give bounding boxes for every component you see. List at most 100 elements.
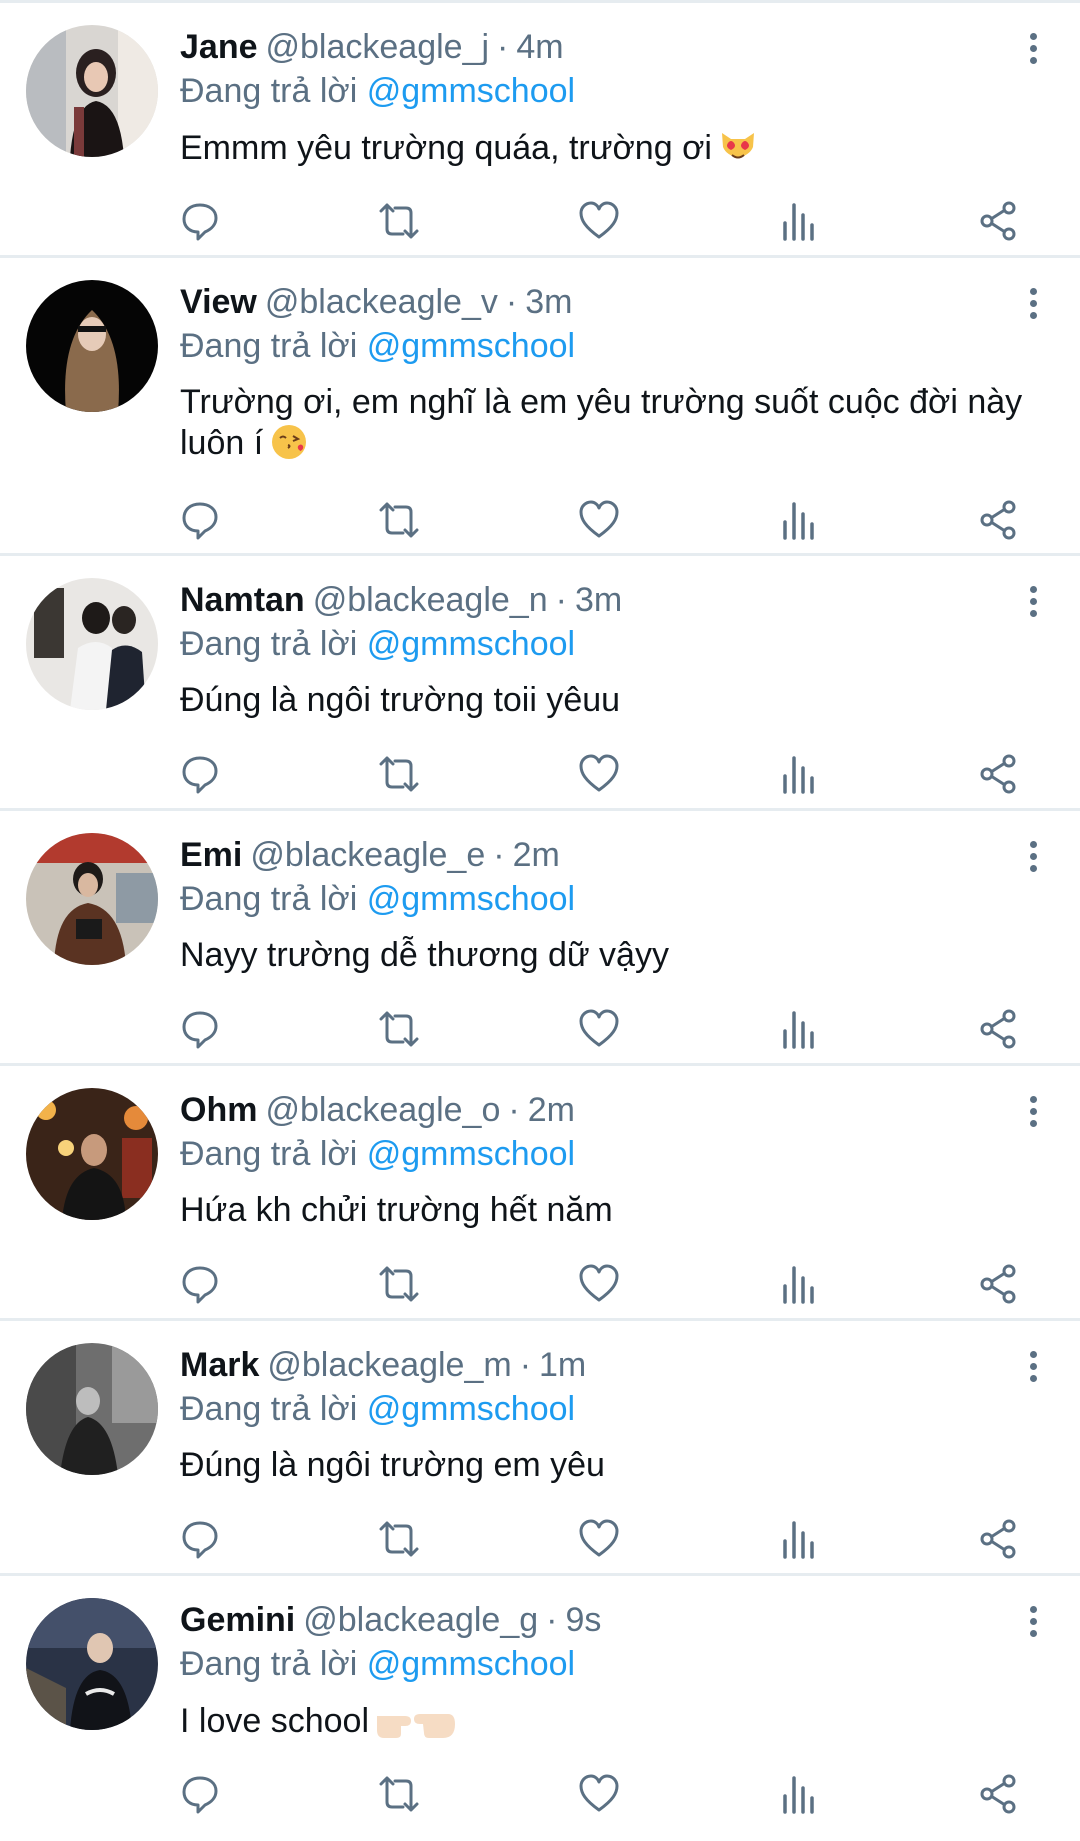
share-icon[interactable] (976, 1262, 1020, 1306)
retweet-icon[interactable] (377, 199, 421, 243)
retweet-icon[interactable] (377, 1262, 421, 1306)
more-options-icon[interactable] (1026, 1351, 1040, 1385)
analytics-icon[interactable] (777, 1517, 821, 1561)
share-icon[interactable] (976, 1517, 1020, 1561)
tweet-text: Đúng là ngôi trường toii yêuu (180, 680, 1040, 720)
more-options-icon[interactable] (1026, 586, 1040, 620)
reply-icon[interactable] (178, 199, 222, 243)
replying-to: Đang trả lời @gmmschool (180, 879, 575, 919)
like-icon[interactable] (577, 498, 621, 542)
avatar[interactable] (26, 833, 158, 965)
tweet-mark[interactable]: Mark @blackeagle_m · 1m Đang trả lời @gmmsc… (0, 1321, 1080, 1576)
more-options-icon[interactable] (1026, 1606, 1040, 1640)
like-icon[interactable] (577, 1262, 621, 1306)
display-name[interactable]: Mark (180, 1346, 259, 1384)
like-icon[interactable] (577, 1772, 621, 1816)
replying-label: Đang trả lời (180, 72, 358, 110)
more-options-icon[interactable] (1026, 841, 1040, 875)
like-icon[interactable] (577, 1517, 621, 1561)
kissing-face-emoji (269, 422, 309, 471)
share-icon[interactable] (976, 498, 1020, 542)
tweet-view[interactable]: View @blackeagle_v · 3m Đang trả lời @gmmsc… (0, 258, 1080, 556)
mention-link[interactable]: @gmmschool (367, 880, 575, 918)
tweet-actions (178, 1772, 1024, 1818)
tweet-jane[interactable]: Jane @blackeagle_j · 4m Đang trả lời @gmmsc… (0, 3, 1080, 258)
more-options-icon[interactable] (1026, 1096, 1040, 1130)
reply-icon[interactable] (178, 498, 222, 542)
mention-link[interactable]: @gmmschool (367, 1135, 575, 1173)
timestamp[interactable]: 3m (525, 283, 572, 321)
tweet-namtan[interactable]: Namtan @blackeagle_n · 3m Đang trả lời @gmm… (0, 556, 1080, 811)
tweet-header: Namtan @blackeagle_n · 3m (180, 580, 1000, 620)
avatar[interactable] (26, 25, 158, 157)
reply-icon[interactable] (178, 1262, 222, 1306)
avatar[interactable] (26, 280, 158, 412)
tweet-header: View @blackeagle_v · 3m (180, 282, 1000, 322)
analytics-icon[interactable] (777, 1772, 821, 1816)
replying-to: Đang trả lời @gmmschool (180, 624, 575, 664)
retweet-icon[interactable] (377, 1772, 421, 1816)
display-name[interactable]: Gemini (180, 1601, 295, 1639)
analytics-icon[interactable] (777, 199, 821, 243)
reply-icon[interactable] (178, 752, 222, 796)
handle[interactable]: @blackeagle_m (267, 1346, 511, 1384)
reply-icon[interactable] (178, 1517, 222, 1561)
display-name[interactable]: Ohm (180, 1091, 257, 1129)
mention-link[interactable]: @gmmschool (367, 625, 575, 663)
handle[interactable]: @blackeagle_n (313, 581, 548, 619)
share-icon[interactable] (976, 199, 1020, 243)
replying-label: Đang trả lời (180, 1645, 358, 1683)
mention-link[interactable]: @gmmschool (367, 1390, 575, 1428)
separator-dot: · (546, 1601, 558, 1639)
share-icon[interactable] (976, 752, 1020, 796)
tweet-text-body: I love school (180, 1702, 369, 1740)
reply-icon[interactable] (178, 1772, 222, 1816)
tweet-header: Mark @blackeagle_m · 1m (180, 1345, 1000, 1385)
handle[interactable]: @blackeagle_g (303, 1601, 538, 1639)
handle[interactable]: @blackeagle_v (265, 283, 498, 321)
separator-dot: · (555, 581, 567, 619)
display-name[interactable]: Emi (180, 836, 242, 874)
tweet-ohm[interactable]: Ohm @blackeagle_o · 2m Đang trả lời @gmmsch… (0, 1066, 1080, 1321)
analytics-icon[interactable] (777, 498, 821, 542)
timestamp[interactable]: 1m (539, 1346, 586, 1384)
analytics-icon[interactable] (777, 1262, 821, 1306)
handle[interactable]: @blackeagle_e (250, 836, 485, 874)
separator-dot: · (519, 1346, 532, 1384)
timestamp[interactable]: 2m (513, 836, 560, 874)
replying-label: Đang trả lời (180, 1135, 358, 1173)
display-name[interactable]: Jane (180, 28, 258, 66)
avatar[interactable] (26, 1088, 158, 1220)
tweet-gemini[interactable]: Gemini @blackeagle_g · 9s Đang trả lời @gmm… (0, 1576, 1080, 1831)
avatar[interactable] (26, 1598, 158, 1730)
timestamp[interactable]: 3m (575, 581, 622, 619)
display-name[interactable]: Namtan (180, 581, 305, 619)
share-icon[interactable] (976, 1007, 1020, 1051)
retweet-icon[interactable] (377, 1007, 421, 1051)
timestamp[interactable]: 2m (528, 1091, 575, 1129)
retweet-icon[interactable] (377, 498, 421, 542)
mention-link[interactable]: @gmmschool (367, 72, 575, 110)
mention-link[interactable]: @gmmschool (367, 1645, 575, 1683)
timestamp[interactable]: 9s (565, 1601, 601, 1639)
display-name[interactable]: View (180, 283, 257, 321)
analytics-icon[interactable] (777, 752, 821, 796)
like-icon[interactable] (577, 199, 621, 243)
more-options-icon[interactable] (1026, 33, 1040, 67)
mention-link[interactable]: @gmmschool (367, 327, 575, 365)
analytics-icon[interactable] (777, 1007, 821, 1051)
share-icon[interactable] (976, 1772, 1020, 1816)
handle[interactable]: @blackeagle_o (265, 1091, 500, 1129)
avatar[interactable] (26, 578, 158, 710)
retweet-icon[interactable] (377, 1517, 421, 1561)
like-icon[interactable] (577, 752, 621, 796)
like-icon[interactable] (577, 1007, 621, 1051)
tweet-emi[interactable]: Emi @blackeagle_e · 2m Đang trả lời @gmmsch… (0, 811, 1080, 1066)
reply-icon[interactable] (178, 1007, 222, 1051)
handle[interactable]: @blackeagle_j (266, 28, 490, 66)
more-options-icon[interactable] (1026, 288, 1040, 322)
timestamp[interactable]: 4m (516, 28, 563, 66)
retweet-icon[interactable] (377, 752, 421, 796)
avatar[interactable] (26, 1343, 158, 1475)
tweet-actions (178, 1517, 1024, 1563)
